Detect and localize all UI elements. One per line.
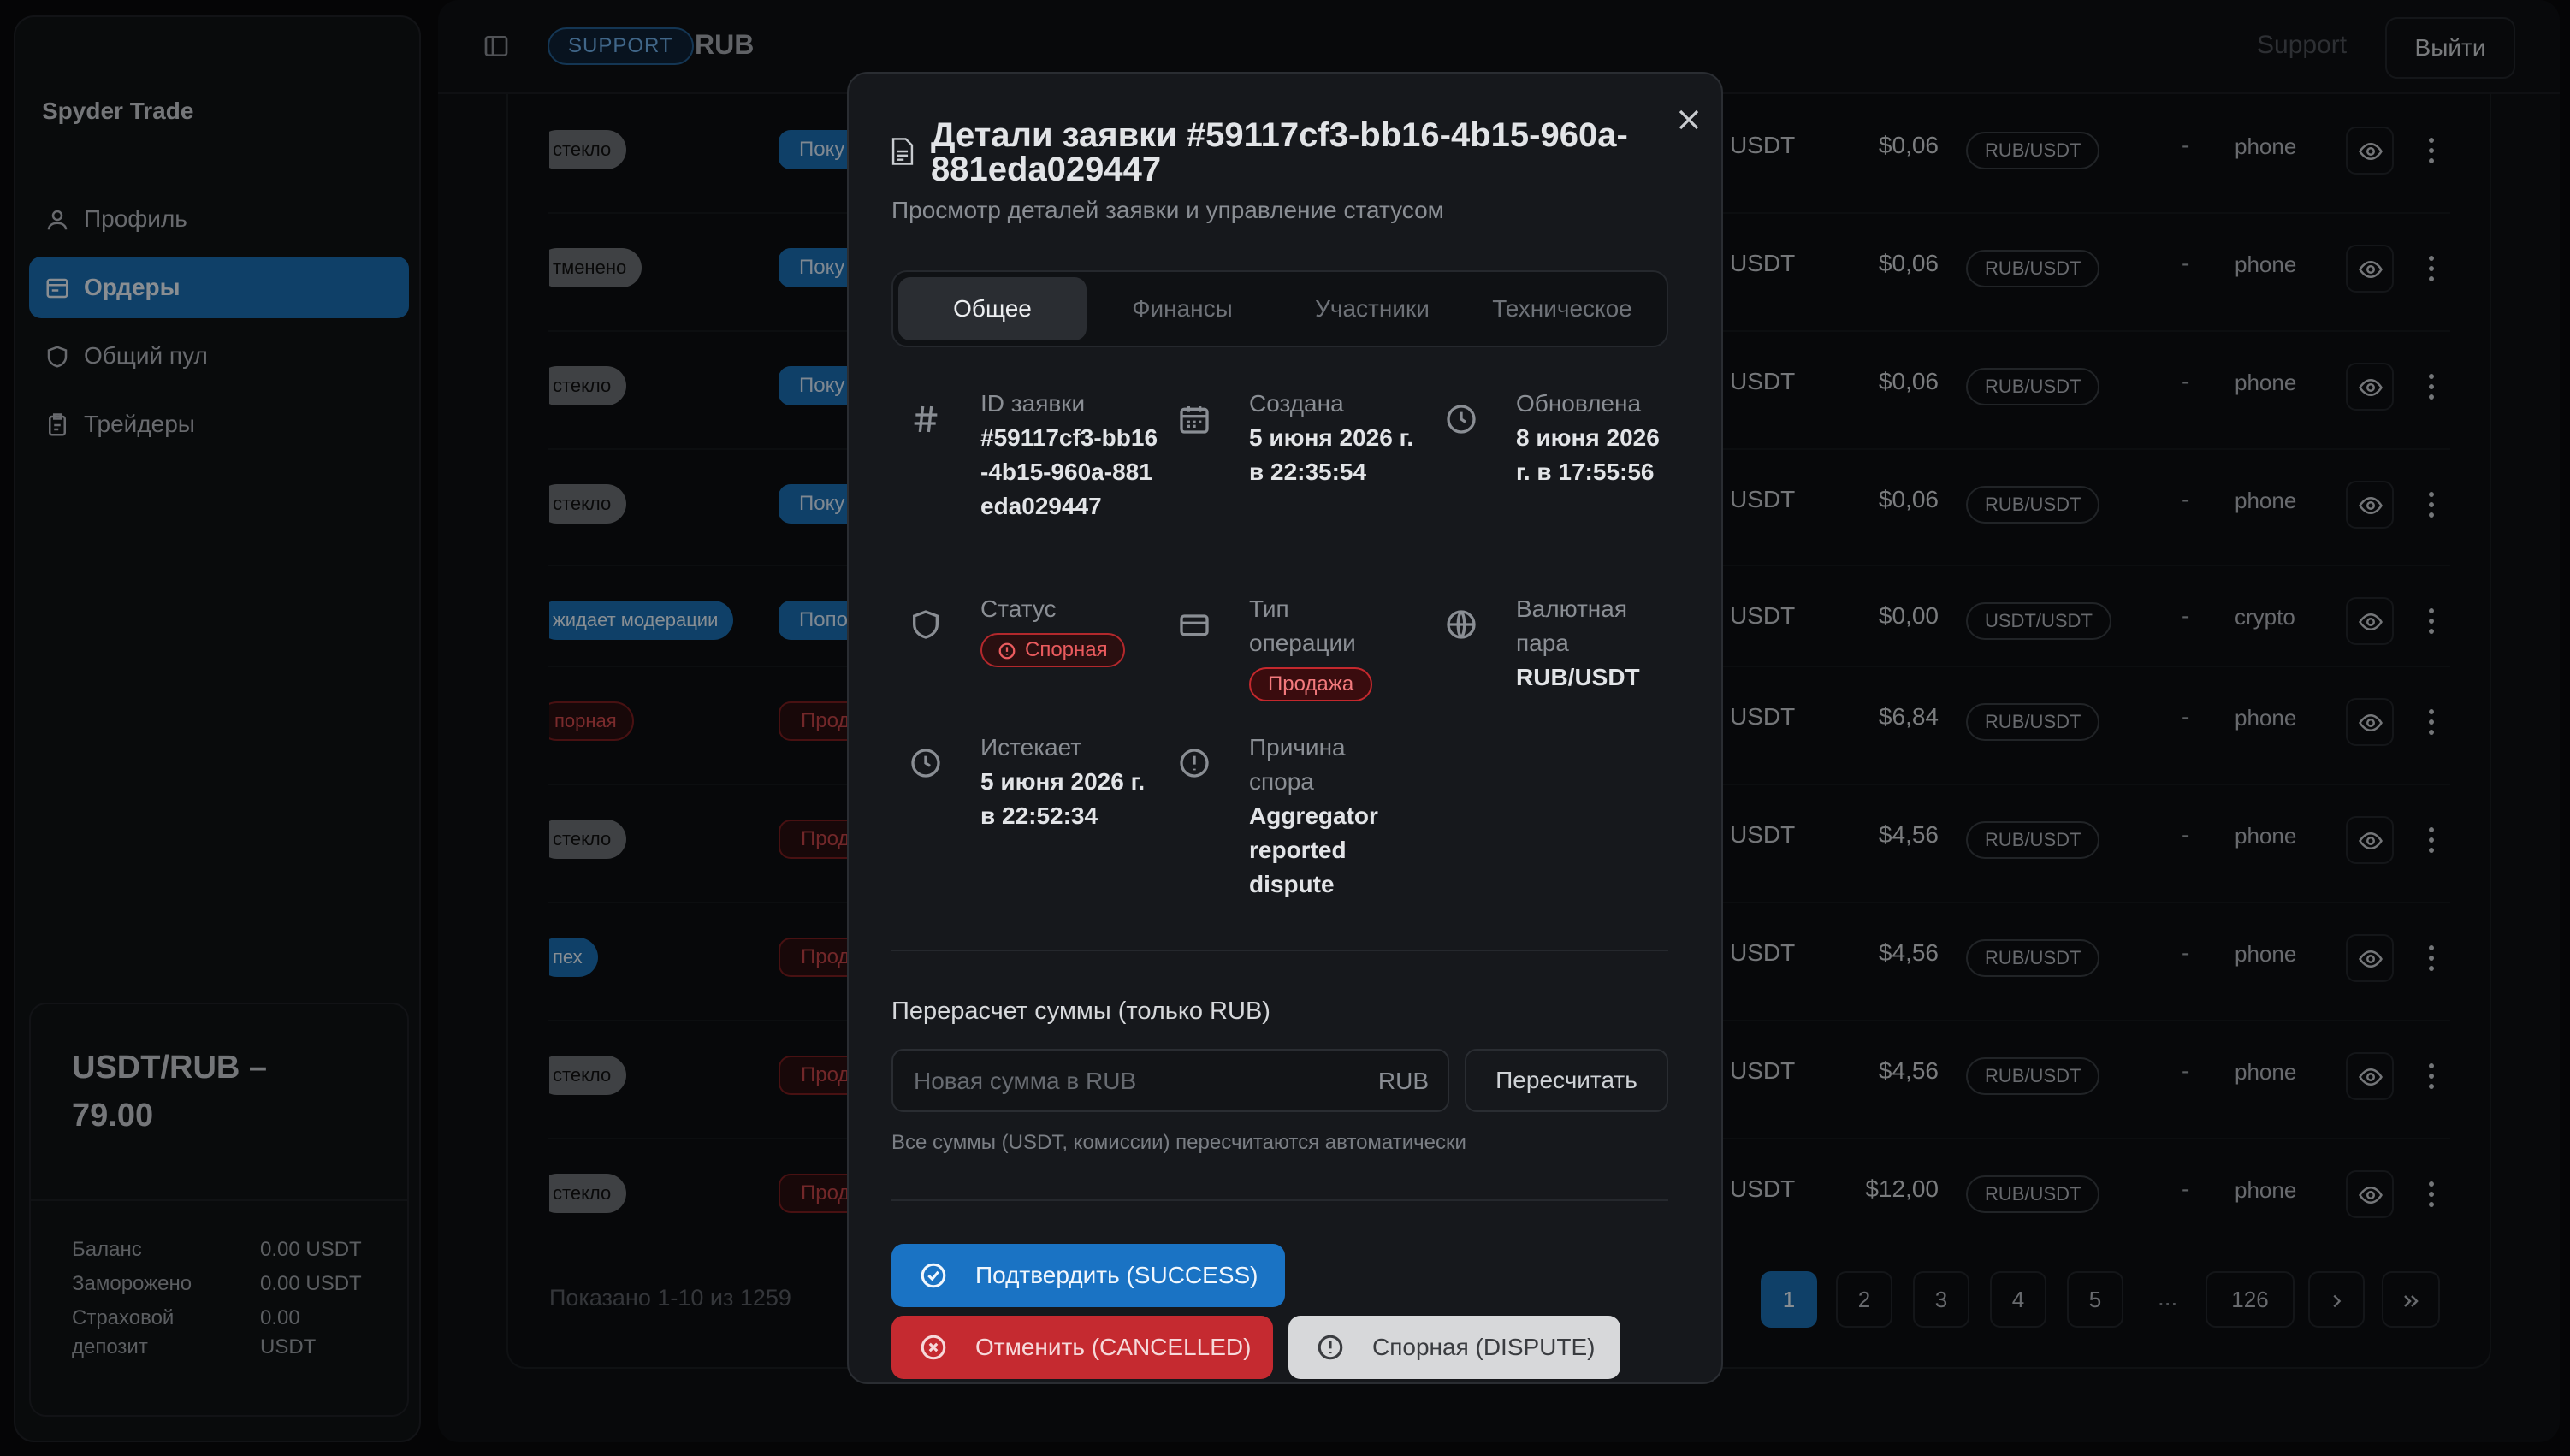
alert-circle-icon — [1318, 1335, 1343, 1360]
expires-value: 5 июня 2026 г. в 22:52:34 — [980, 768, 1146, 829]
expires-label: Истекает — [980, 734, 1082, 761]
calendar-icon — [1180, 406, 1209, 434]
tab-finance[interactable]: Финансы — [1088, 277, 1276, 340]
divider — [891, 950, 1668, 951]
recalculate-button[interactable]: Пересчитать — [1465, 1049, 1668, 1112]
dialog-title: Детали заявки #59117cf3-bb16-4b15-960a-8… — [931, 116, 1628, 188]
confirm-success-button[interactable]: Подтвердить (SUCCESS) — [891, 1244, 1285, 1307]
confirm-label: Подтвердить (SUCCESS) — [975, 1262, 1258, 1288]
check-circle-icon — [921, 1263, 946, 1288]
input-placeholder: Новая сумма в RUB — [914, 1068, 1137, 1094]
pair-label: Валютная пара — [1516, 595, 1627, 656]
op-type-badge: Продажа — [1249, 667, 1373, 701]
credit-card-icon — [1180, 614, 1209, 636]
tab-general[interactable]: Общее — [898, 277, 1087, 340]
dialog-subtitle: Просмотр деталей заявки и управление ста… — [891, 197, 1444, 223]
dispute-label: Спорная (DISPUTE) — [1372, 1334, 1596, 1360]
recalc-title: Перерасчет суммы (только RUB) — [891, 997, 1270, 1025]
app-root: Spyder Trade Профиль Ордеры Общий пул Тр… — [0, 0, 2570, 1456]
hash-icon — [914, 405, 938, 433]
cancel-button[interactable]: Отменить (CANCELLED) — [891, 1316, 1273, 1379]
reason-value: Aggregator reported dispute — [1249, 802, 1378, 897]
close-icon[interactable] — [1672, 103, 1706, 137]
id-label: ID заявки — [980, 390, 1086, 417]
op-type-label: Тип операции — [1249, 595, 1356, 656]
clock-icon — [1447, 405, 1476, 434]
x-circle-icon — [921, 1335, 946, 1360]
new-amount-input[interactable]: Новая сумма в RUB RUB — [891, 1049, 1449, 1112]
reason-label: Причина спора — [1249, 734, 1346, 795]
recalc-note: Все суммы (USDT, комиссии) пересчитаются… — [891, 1131, 1466, 1154]
updated-value: 8 июня 2026 г. в 17:55:56 — [1516, 424, 1660, 485]
divider — [891, 1199, 1668, 1201]
created-value: 5 июня 2026 г. в 22:35:54 — [1249, 424, 1414, 485]
shield-icon — [913, 610, 939, 639]
globe-icon — [1447, 610, 1476, 639]
order-details-dialog: Детали заявки #59117cf3-bb16-4b15-960a-8… — [847, 72, 1723, 1384]
created-label: Создана — [1249, 390, 1344, 417]
tab-participants[interactable]: Участники — [1278, 277, 1466, 340]
tab-technical[interactable]: Техническое — [1468, 277, 1656, 340]
input-suffix: RUB — [1377, 1068, 1429, 1094]
pair-value: RUB/USDT — [1516, 664, 1640, 690]
alert-circle-icon — [998, 642, 1016, 660]
status-label: Статус — [980, 595, 1057, 622]
status-badge-label: Спорная — [1025, 638, 1108, 661]
clock-icon — [911, 749, 940, 778]
alert-circle-icon — [1180, 749, 1209, 778]
id-value: #59117cf3-bb16-4b15-960a-881eda029447 — [980, 424, 1158, 519]
status-badge: Спорная — [980, 633, 1125, 667]
updated-label: Обновлена — [1516, 390, 1642, 417]
dispute-button[interactable]: Спорная (DISPUTE) — [1288, 1316, 1620, 1379]
cancel-label: Отменить (CANCELLED) — [975, 1334, 1252, 1360]
document-icon — [891, 138, 914, 165]
dialog-tabs: Общее Финансы Участники Техническое — [891, 270, 1668, 347]
